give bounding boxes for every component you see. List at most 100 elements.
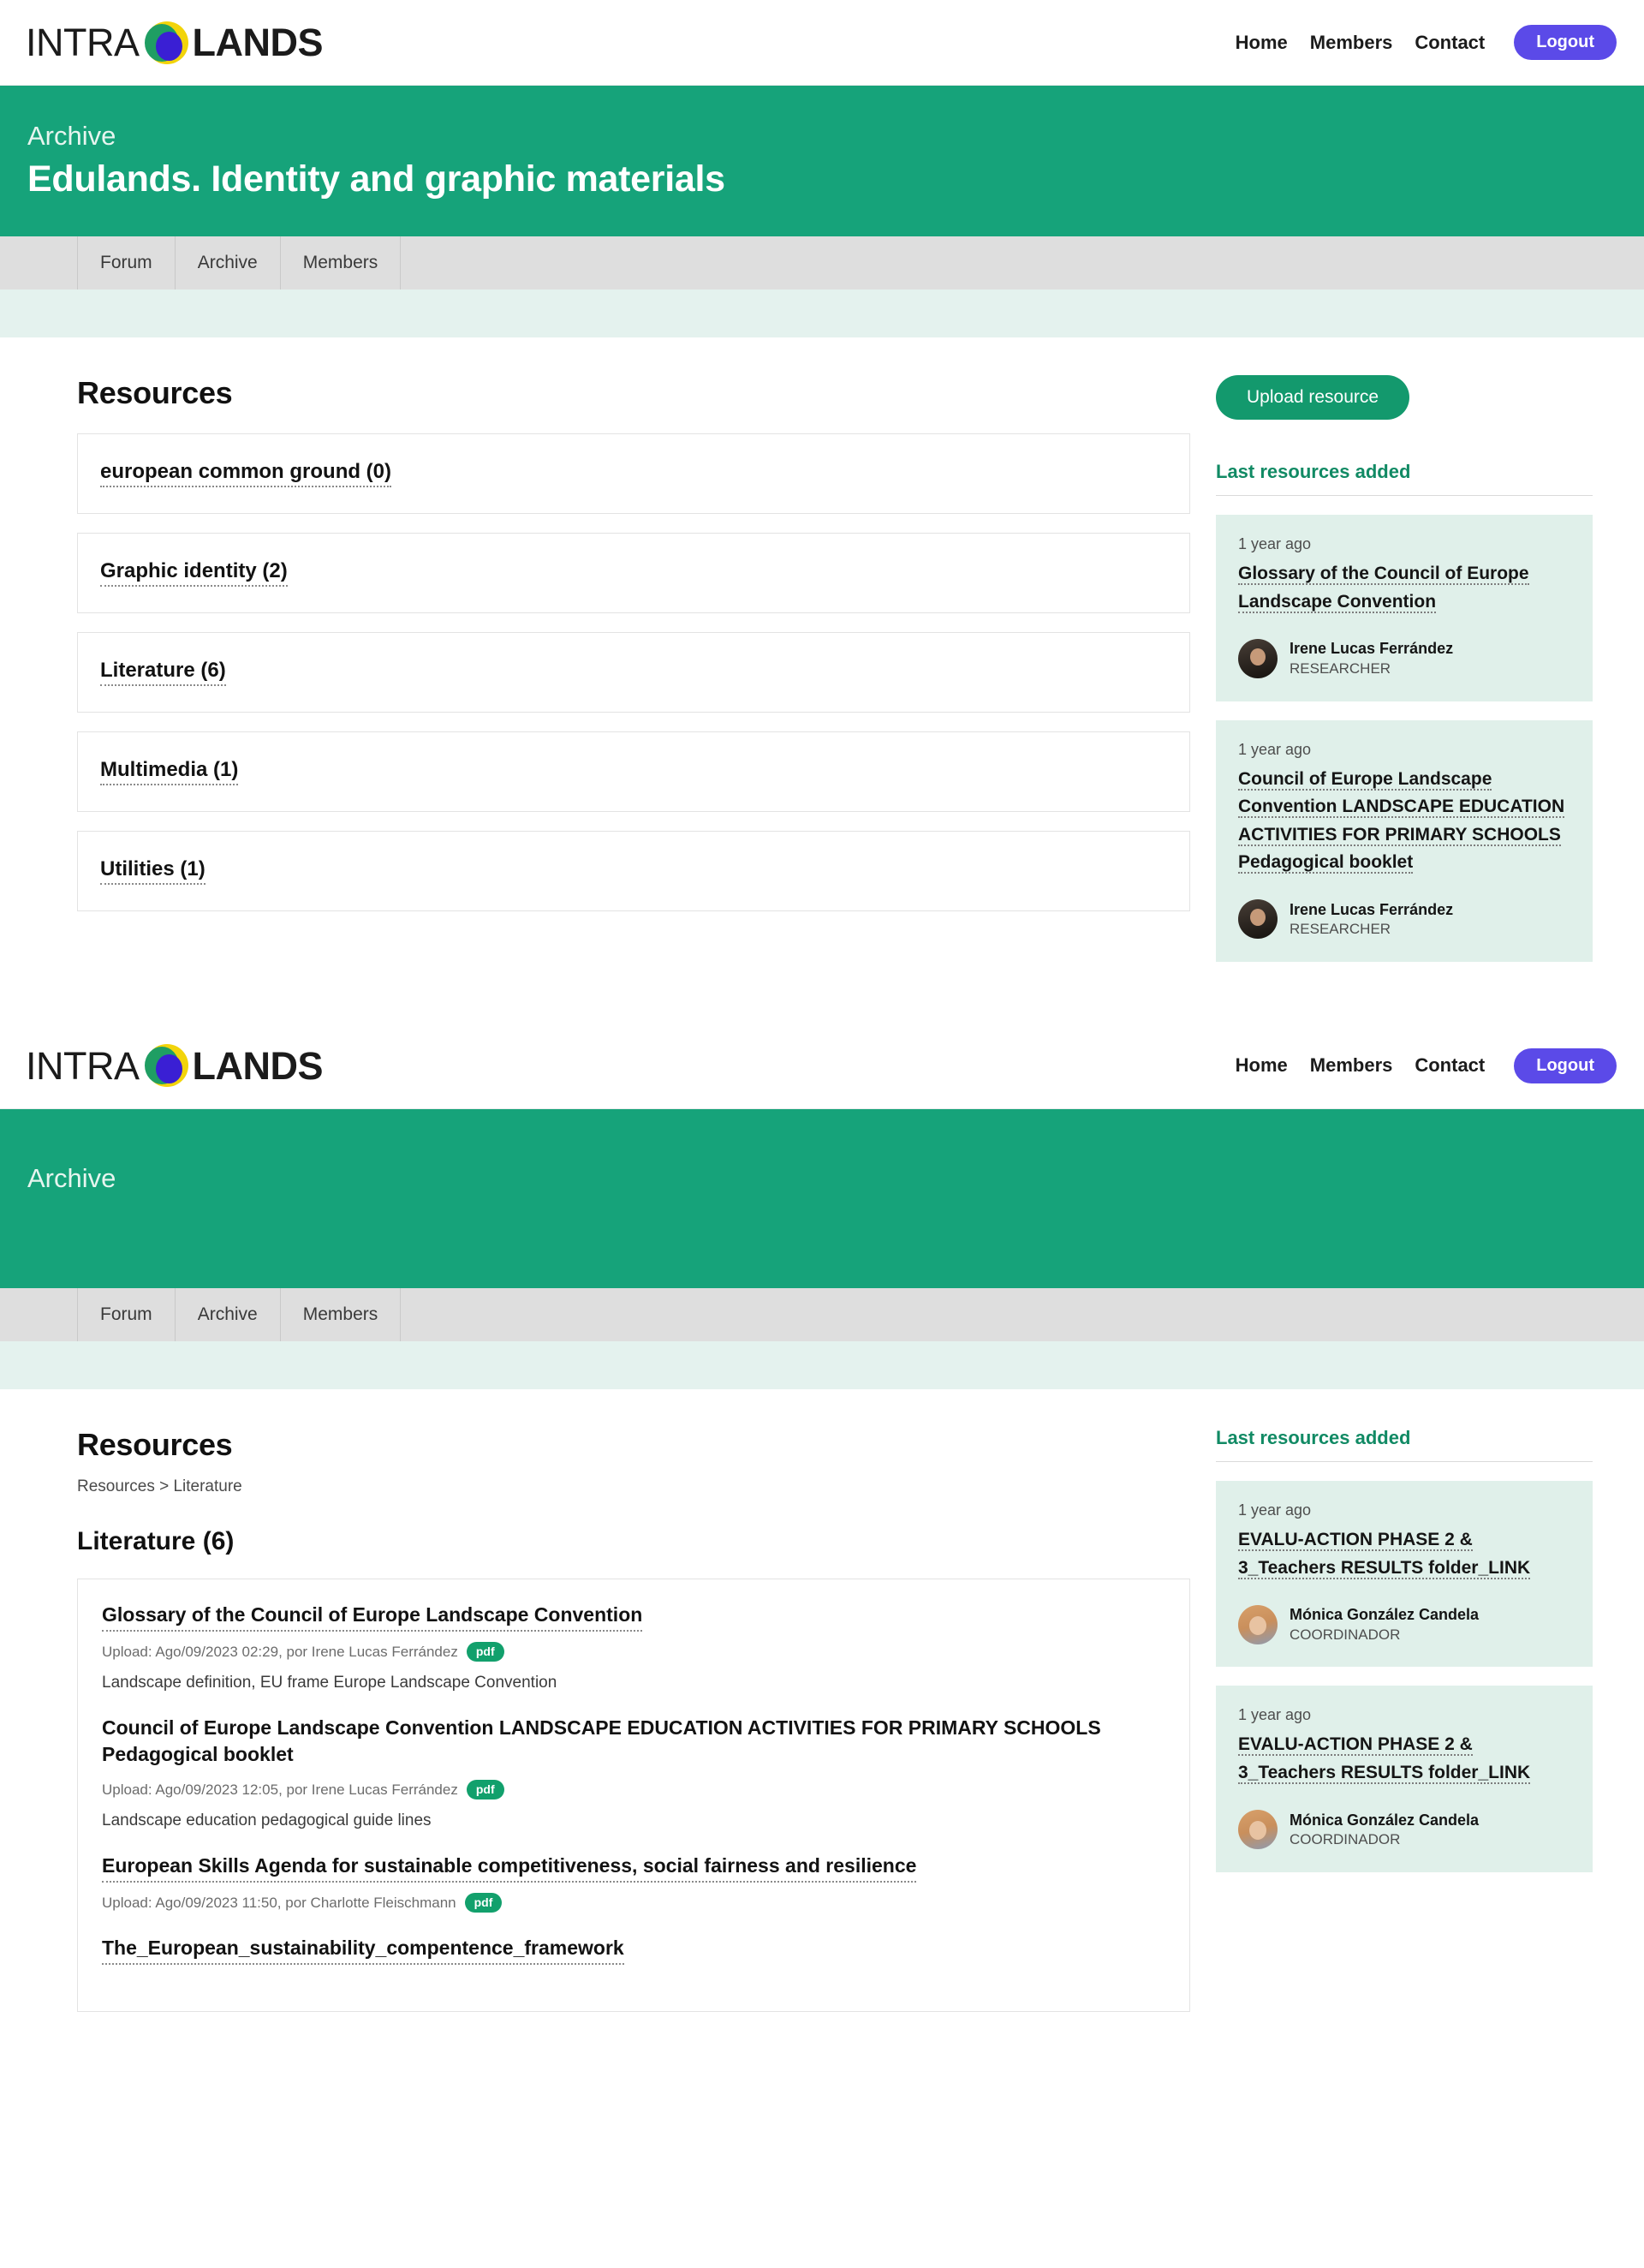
resource-title-link[interactable]: European Skills Agenda for sustainable c… [102,1853,917,1883]
section-tab-bar: Forum Archive Members [0,236,1644,290]
resource-list-item: Council of Europe Landscape Convention L… [102,1715,1165,1853]
resource-description: Landscape definition, EU frame Europe La… [102,1674,557,1692]
author-role: COORDINADOR [1290,1626,1401,1643]
nav-link-home[interactable]: Home [1236,32,1288,54]
resource-description: Landscape education pedagogical guide li… [102,1811,432,1830]
page-hero-banner: Archive [0,1108,1644,1289]
category-link-literature[interactable]: Literature (6) [100,659,226,687]
category-card[interactable]: Multimedia (1) [77,731,1190,813]
last-resource-card[interactable]: 1 year ago EVALU-ACTION PHASE 2 & 3_Teac… [1216,1686,1593,1872]
avatar [1238,899,1278,940]
category-card[interactable]: Literature (6) [77,632,1190,713]
resource-author: Mónica González Candela COORDINADOR [1238,1604,1570,1644]
tab-members[interactable]: Members [279,236,402,290]
main-column-one: Resources european common ground (0) Gra… [77,337,1190,930]
nav-link-contact[interactable]: Contact [1415,32,1485,54]
category-link-graphic-identity[interactable]: Graphic identity (2) [100,559,288,588]
resource-title-text: Council of Europe Landscape Convention L… [102,1716,1101,1766]
category-card[interactable]: european common ground (0) [77,433,1190,515]
section-tab-bar: Forum Archive Members [0,1288,1644,1342]
mint-spacer-strip [0,289,1644,338]
pdf-file-badge[interactable]: pdf [464,1893,503,1913]
intralands-blob-logo-icon [144,1043,189,1088]
resource-title-link[interactable]: EVALU-ACTION PHASE 2 & 3_Teachers RESULT… [1238,1734,1531,1784]
category-card[interactable]: Utilities (1) [77,831,1190,912]
logout-button[interactable]: Logout [1514,1047,1617,1083]
tab-archive[interactable]: Archive [174,1288,281,1342]
resources-heading: Resources [77,375,233,411]
avatar [1238,1810,1278,1850]
resource-meta: Upload: Ago/09/2023 11:50, por Charlotte… [102,1893,1165,1913]
author-name: Mónica González Candela [1290,1606,1480,1624]
resource-meta: Upload: Ago/09/2023 12:05, por Irene Luc… [102,1780,1165,1800]
nav-link-members[interactable]: Members [1310,1054,1393,1077]
resource-author: Mónica González Candela COORDINADOR [1238,1810,1570,1850]
nav-link-members[interactable]: Members [1310,32,1393,54]
resources-heading: Resources [77,1427,233,1463]
resource-title-link[interactable]: The_European_sustainability_compentence_… [102,1935,624,1966]
site-logo[interactable]: INTRA LANDS [26,21,323,65]
resource-title-wrap: Council of Europe Landscape Convention L… [1238,766,1570,877]
main-navigation: Home Members Contact Logout [1236,1047,1617,1083]
content-area-two: Resources Resources > Literature Literat… [0,1389,1644,2013]
last-resources-heading: Last resources added [1216,461,1593,497]
logo-text-intra: INTRA [26,1043,140,1088]
author-name: Irene Lucas Ferrández [1290,640,1454,658]
category-link-multimedia[interactable]: Multimedia (1) [100,758,239,786]
screenshot-view-two: INTRA LANDS Home Members Contact Logout … [0,1023,1644,2013]
site-logo[interactable]: INTRA LANDS [26,1043,323,1088]
nav-link-contact[interactable]: Contact [1415,1054,1485,1077]
breadcrumb[interactable]: Resources > Literature [77,1477,1190,1496]
last-resource-card[interactable]: 1 year ago Council of Europe Landscape C… [1216,719,1593,962]
pdf-file-badge[interactable]: pdf [466,1642,504,1662]
avatar [1238,638,1278,678]
resource-upload-info: Upload: Ago/09/2023 02:29, por Irene Luc… [102,1643,458,1660]
logo-text-intra: INTRA [26,21,140,64]
last-resources-heading: Last resources added [1216,1427,1593,1463]
resource-timestamp: 1 year ago [1238,740,1312,758]
resource-title-wrap: EVALU-ACTION PHASE 2 & 3_Teachers RESULT… [1238,1526,1570,1582]
screenshot-view-one: INTRA LANDS Home Members Contact Logout … [0,0,1644,1024]
resource-title-link[interactable]: EVALU-ACTION PHASE 2 & 3_Teachers RESULT… [1238,1530,1531,1579]
logout-button[interactable]: Logout [1514,25,1617,60]
resource-list-item: The_European_sustainability_compentence_… [102,1935,1165,1987]
sidebar-one: Upload resource Last resources added 1 y… [1216,337,1593,962]
resource-upload-info: Upload: Ago/09/2023 11:50, por Charlotte… [102,1894,456,1911]
tab-archive[interactable]: Archive [174,236,281,290]
resource-timestamp: 1 year ago [1238,535,1312,553]
main-column-two: Resources Resources > Literature Literat… [77,1389,1190,2013]
tab-bar-filler [400,236,1644,289]
tab-members[interactable]: Members [279,1288,402,1342]
resource-author: Irene Lucas Ferrández RESEARCHER [1238,638,1570,678]
category-link-utilities[interactable]: Utilities (1) [100,857,206,886]
pdf-file-badge[interactable]: pdf [466,1780,504,1800]
view-separator-gap [0,961,1644,1024]
tab-forum[interactable]: Forum [77,236,176,290]
resource-title-link[interactable]: Council of Europe Landscape Convention L… [1238,768,1565,874]
tab-forum[interactable]: Forum [77,1288,176,1342]
author-name: Irene Lucas Ferrández [1290,900,1454,918]
resource-category-list: european common ground (0) Graphic ident… [77,433,1190,912]
resource-title-link[interactable]: Glossary of the Council of Europe Landsc… [102,1602,643,1632]
resource-title-wrap: EVALU-ACTION PHASE 2 & 3_Teachers RESULT… [1238,1731,1570,1787]
category-heading: Literature (6) [77,1527,235,1556]
hero-eyebrow: Archive [27,121,116,151]
last-resource-card[interactable]: 1 year ago Glossary of the Council of Eu… [1216,515,1593,701]
resource-title-link[interactable]: Glossary of the Council of Europe Landsc… [1238,564,1529,613]
tab-bar-filler [400,1288,1644,1341]
last-resource-card[interactable]: 1 year ago EVALU-ACTION PHASE 2 & 3_Teac… [1216,1481,1593,1668]
content-area-one: Resources european common ground (0) Gra… [0,337,1644,962]
resource-list-panel: Glossary of the Council of Europe Landsc… [77,1579,1190,2013]
category-link-european-common-ground[interactable]: european common ground (0) [100,460,392,488]
nav-link-home[interactable]: Home [1236,1054,1288,1077]
sidebar-two: Last resources added 1 year ago EVALU-AC… [1216,1389,1593,1872]
resource-list-item: European Skills Agenda for sustainable c… [102,1853,1165,1935]
upload-resource-button[interactable]: Upload resource [1216,375,1410,421]
author-name: Mónica González Candela [1290,1811,1480,1829]
hero-eyebrow: Archive [27,1162,116,1193]
resource-author: Irene Lucas Ferrández RESEARCHER [1238,899,1570,940]
resource-timestamp: 1 year ago [1238,1706,1312,1724]
resource-title-wrap: Glossary of the Council of Europe Landsc… [1238,560,1570,616]
category-card[interactable]: Graphic identity (2) [77,533,1190,614]
page-hero-banner: Archive Edulands. Identity and graphic m… [0,86,1644,237]
